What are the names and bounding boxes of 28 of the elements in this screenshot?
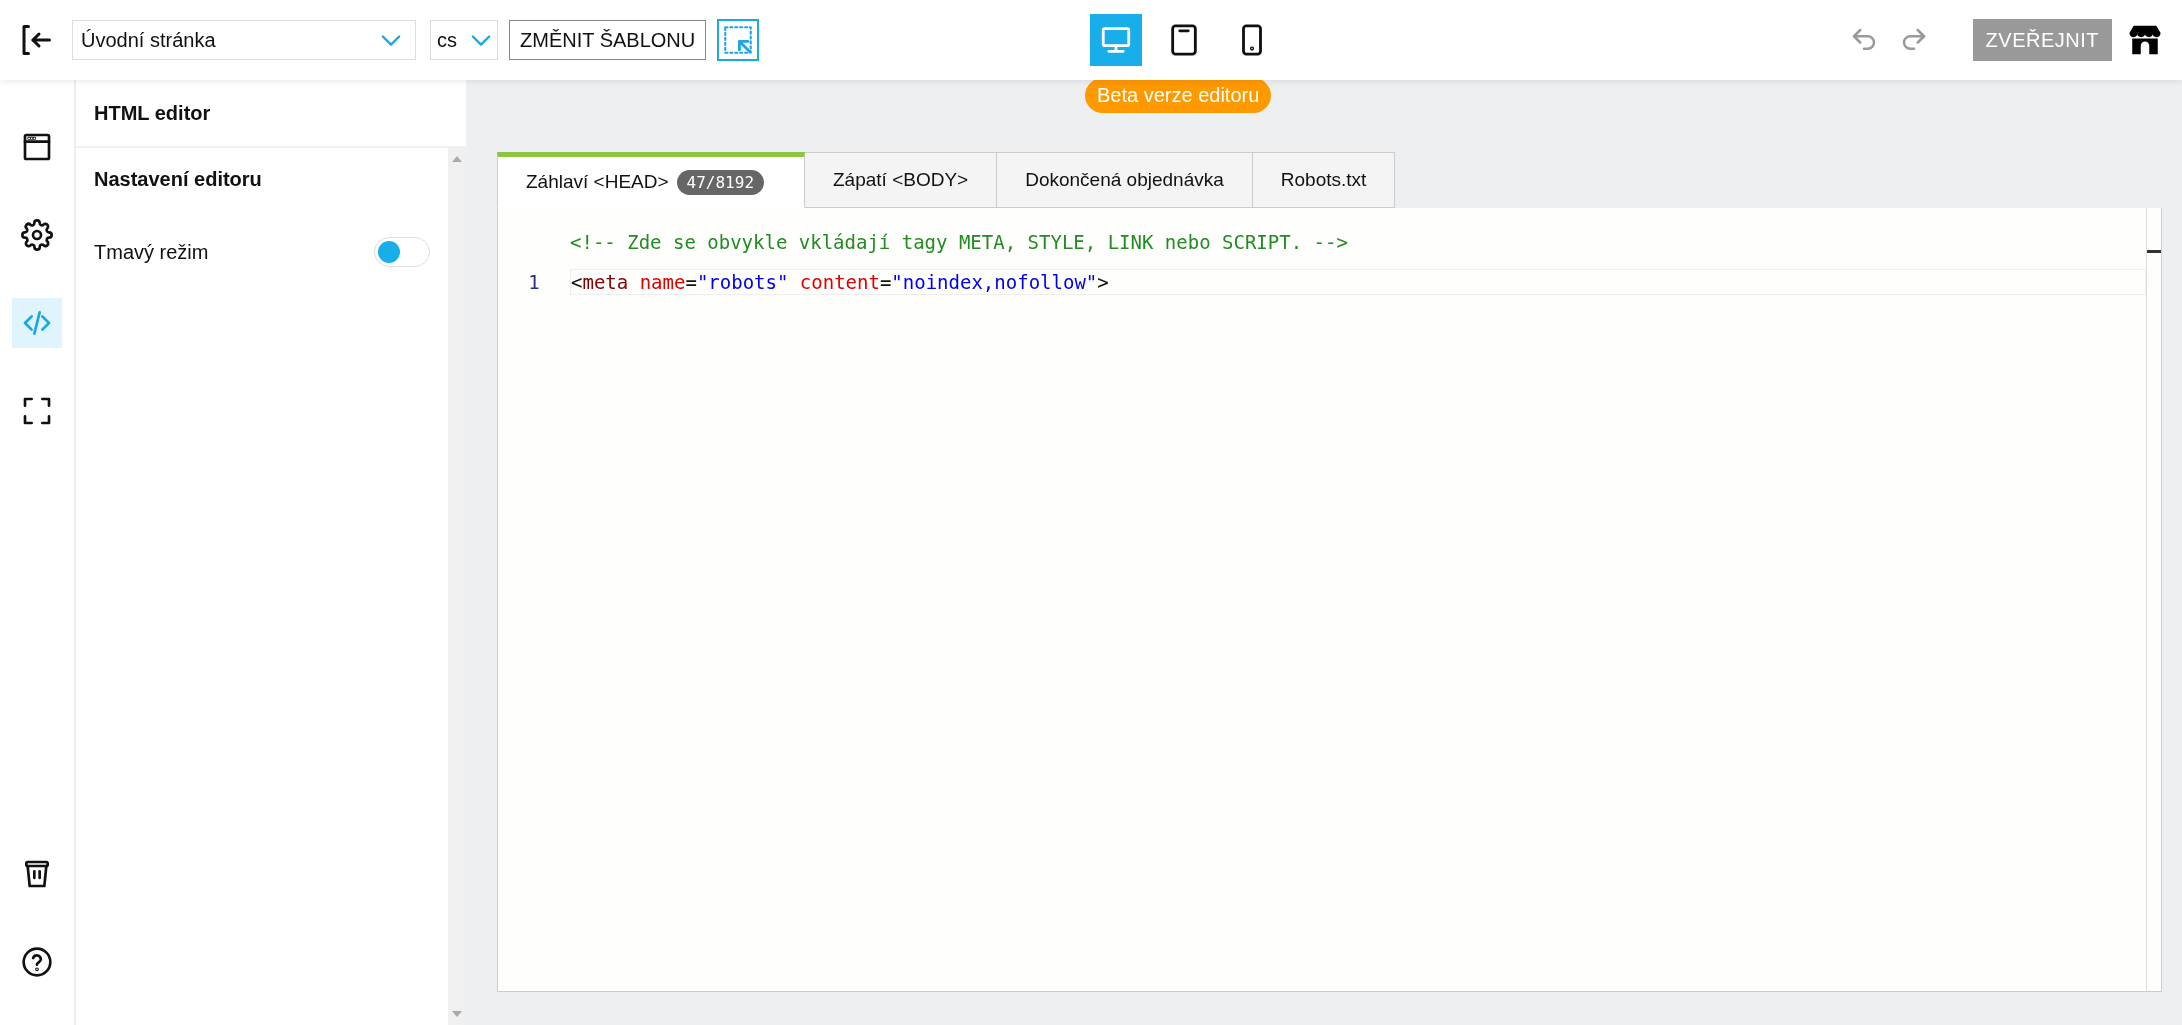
store-icon[interactable] — [2128, 24, 2162, 56]
editor-tab[interactable]: Záhlaví <HEAD> 47/8192 — [497, 152, 805, 208]
panel-title: HTML editor — [94, 101, 211, 125]
line-number: 1 — [527, 271, 541, 293]
character-count-badge: 47/8192 — [676, 169, 764, 195]
select-element-button[interactable] — [717, 19, 760, 61]
desktop-view-button[interactable] — [1090, 14, 1142, 66]
scroll-down-icon[interactable] — [452, 1011, 462, 1017]
scrollbar[interactable] — [448, 148, 466, 1025]
fullscreen-icon — [21, 395, 53, 427]
window-icon — [21, 131, 53, 163]
help-icon — [21, 946, 53, 978]
section-heading: Nastavení editoru — [94, 168, 263, 191]
scroll-up-icon[interactable] — [452, 156, 462, 162]
page-select[interactable]: Úvodní stránka — [72, 20, 416, 60]
code-editor[interactable]: <!-- Zde se obvykle vkládají tagy META, STYLE, LINK nebo SCRIPT. --> 1 <meta name="robots" content="noindex,nofollow"> — [497, 208, 2162, 992]
code-button[interactable] — [12, 298, 62, 348]
language-select[interactable]: cs — [430, 20, 498, 60]
editor-tab[interactable]: Robots.txt — [1252, 152, 1396, 208]
dark-mode-toggle[interactable] — [374, 237, 430, 267]
editor-tab[interactable]: Dokončená objednávka — [997, 152, 1253, 208]
editor-tab[interactable]: Zápatí <BODY> — [805, 152, 998, 208]
placeholder-comment: <!-- Zde se obvykle vkládají tagy META, STYLE, LINK nebo SCRIPT. --> — [570, 231, 1348, 253]
change-template-button[interactable]: ZMĚNIT ŠABLONU — [509, 20, 707, 60]
scrollbar[interactable] — [2146, 208, 2161, 991]
setting-label: Tmavý režim — [94, 240, 209, 264]
settings-icon — [21, 219, 53, 251]
beta-badge: Beta verze editoru — [1085, 78, 1272, 113]
